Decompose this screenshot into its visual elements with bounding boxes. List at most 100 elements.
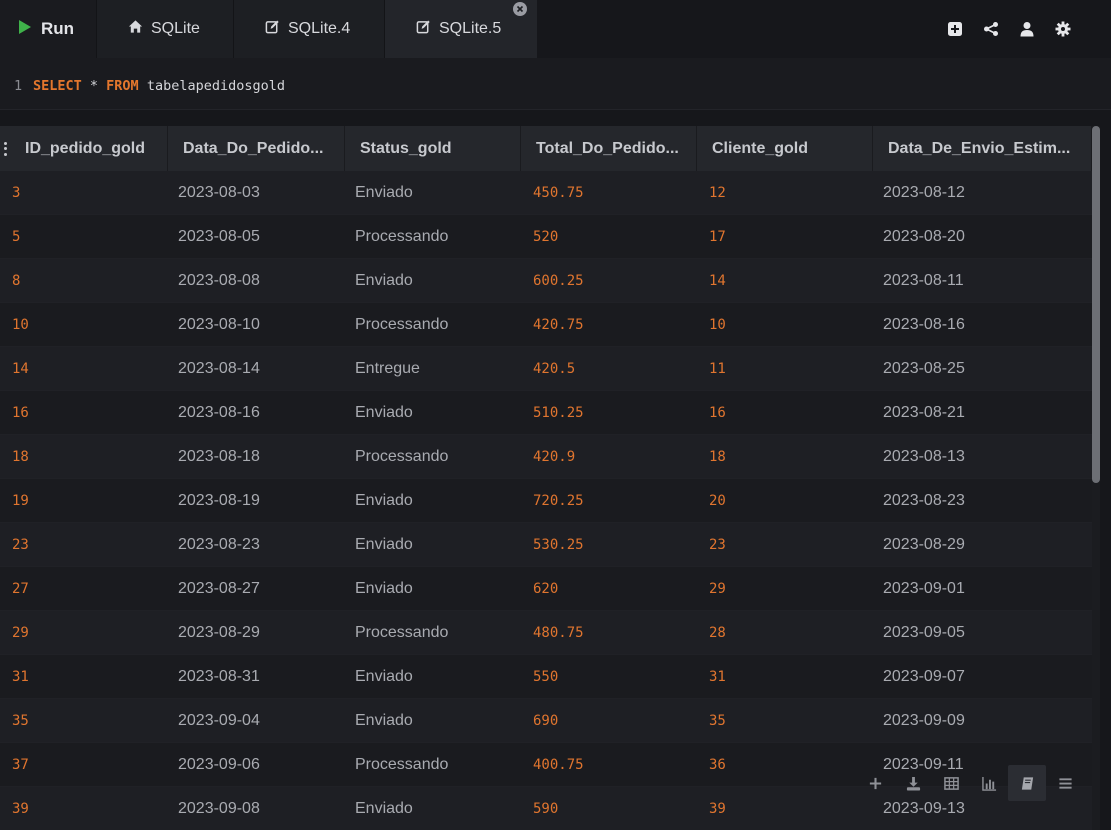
- cell-status-gold[interactable]: Entregue: [345, 347, 521, 390]
- cell-data-do-pedido[interactable]: 2023-08-19: [168, 479, 345, 522]
- cell-data-de-envio[interactable]: 2023-08-12: [873, 171, 1092, 214]
- cell-total-do-pedido[interactable]: 450.75: [521, 171, 697, 214]
- cell-cliente-gold[interactable]: 17: [697, 215, 873, 258]
- cell-status-gold[interactable]: Enviado: [345, 567, 521, 610]
- cell-id-pedido-gold[interactable]: 27: [0, 567, 168, 610]
- cell-total-do-pedido[interactable]: 690: [521, 699, 697, 742]
- table-icon[interactable]: [932, 765, 970, 801]
- table-row[interactable]: 8 2023-08-08 Enviado 600.25 14 2023-08-11: [0, 259, 1092, 303]
- cell-status-gold[interactable]: Enviado: [345, 655, 521, 698]
- tab-sqlite[interactable]: SQLite: [96, 0, 233, 58]
- gear-icon[interactable]: [1045, 11, 1081, 47]
- cell-id-pedido-gold[interactable]: 19: [0, 479, 168, 522]
- cell-id-pedido-gold[interactable]: 31: [0, 655, 168, 698]
- cell-id-pedido-gold[interactable]: 35: [0, 699, 168, 742]
- table-row[interactable]: 35 2023-09-04 Enviado 690 35 2023-09-09: [0, 699, 1092, 743]
- tab-sqlite-4[interactable]: SQLite.4: [233, 0, 384, 58]
- column-header-data-do-pedido[interactable]: Data_Do_Pedido...: [168, 126, 345, 171]
- drag-handle-icon[interactable]: [4, 141, 9, 156]
- cell-total-do-pedido[interactable]: 550: [521, 655, 697, 698]
- cell-cliente-gold[interactable]: 14: [697, 259, 873, 302]
- cell-cliente-gold[interactable]: 16: [697, 391, 873, 434]
- sql-code[interactable]: SELECT * FROM tabelapedidosgold: [33, 78, 285, 94]
- cell-data-de-envio[interactable]: 2023-09-09: [873, 699, 1092, 742]
- tab-sqlite-5[interactable]: SQLite.5: [384, 0, 537, 58]
- cell-total-do-pedido[interactable]: 400.75: [521, 743, 697, 786]
- cell-total-do-pedido[interactable]: 510.25: [521, 391, 697, 434]
- cell-id-pedido-gold[interactable]: 8: [0, 259, 168, 302]
- cell-data-de-envio[interactable]: 2023-08-29: [873, 523, 1092, 566]
- column-header-cliente-gold[interactable]: Cliente_gold: [697, 126, 873, 171]
- column-header-total-do-pedido[interactable]: Total_Do_Pedido...: [521, 126, 697, 171]
- cell-data-do-pedido[interactable]: 2023-09-06: [168, 743, 345, 786]
- cell-data-do-pedido[interactable]: 2023-08-31: [168, 655, 345, 698]
- cell-id-pedido-gold[interactable]: 23: [0, 523, 168, 566]
- cell-status-gold[interactable]: Enviado: [345, 391, 521, 434]
- bar-chart-icon[interactable]: [970, 765, 1008, 801]
- cell-id-pedido-gold[interactable]: 37: [0, 743, 168, 786]
- cell-data-de-envio[interactable]: 2023-08-23: [873, 479, 1092, 522]
- cell-data-do-pedido[interactable]: 2023-09-04: [168, 699, 345, 742]
- cell-total-do-pedido[interactable]: 420.9: [521, 435, 697, 478]
- cell-status-gold[interactable]: Enviado: [345, 523, 521, 566]
- user-icon[interactable]: [1009, 11, 1045, 47]
- plus-icon[interactable]: [856, 765, 894, 801]
- cell-cliente-gold[interactable]: 36: [697, 743, 873, 786]
- cell-id-pedido-gold[interactable]: 29: [0, 611, 168, 654]
- cell-id-pedido-gold[interactable]: 10: [0, 303, 168, 346]
- cell-status-gold[interactable]: Processando: [345, 435, 521, 478]
- cell-cliente-gold[interactable]: 11: [697, 347, 873, 390]
- cell-id-pedido-gold[interactable]: 16: [0, 391, 168, 434]
- column-header-status-gold[interactable]: Status_gold: [345, 126, 521, 171]
- table-row[interactable]: 27 2023-08-27 Enviado 620 29 2023-09-01: [0, 567, 1092, 611]
- table-row[interactable]: 18 2023-08-18 Processando 420.9 18 2023-08-13: [0, 435, 1092, 479]
- cell-data-do-pedido[interactable]: 2023-08-03: [168, 171, 345, 214]
- cell-data-de-envio[interactable]: 2023-09-07: [873, 655, 1092, 698]
- cell-data-de-envio[interactable]: 2023-08-13: [873, 435, 1092, 478]
- table-row[interactable]: 31 2023-08-31 Enviado 550 31 2023-09-07: [0, 655, 1092, 699]
- cell-data-do-pedido[interactable]: 2023-08-16: [168, 391, 345, 434]
- table-row[interactable]: 14 2023-08-14 Entregue 420.5 11 2023-08-25: [0, 347, 1092, 391]
- cell-cliente-gold[interactable]: 10: [697, 303, 873, 346]
- cell-total-do-pedido[interactable]: 420.5: [521, 347, 697, 390]
- menu-icon[interactable]: [1046, 765, 1084, 801]
- cell-status-gold[interactable]: Enviado: [345, 479, 521, 522]
- cell-data-do-pedido[interactable]: 2023-09-08: [168, 787, 345, 830]
- cell-total-do-pedido[interactable]: 600.25: [521, 259, 697, 302]
- column-header-data-de-envio[interactable]: Data_De_Envio_Estim...: [873, 126, 1092, 171]
- table-row[interactable]: 3 2023-08-03 Enviado 450.75 12 2023-08-12: [0, 171, 1092, 215]
- cell-total-do-pedido[interactable]: 590: [521, 787, 697, 830]
- cell-cliente-gold[interactable]: 12: [697, 171, 873, 214]
- cell-id-pedido-gold[interactable]: 14: [0, 347, 168, 390]
- cell-cliente-gold[interactable]: 28: [697, 611, 873, 654]
- table-row[interactable]: 5 2023-08-05 Processando 520 17 2023-08-20: [0, 215, 1092, 259]
- table-row[interactable]: 29 2023-08-29 Processando 480.75 28 2023-09-0…: [0, 611, 1092, 655]
- cell-id-pedido-gold[interactable]: 18: [0, 435, 168, 478]
- cell-total-do-pedido[interactable]: 620: [521, 567, 697, 610]
- table-row[interactable]: 19 2023-08-19 Enviado 720.25 20 2023-08-23: [0, 479, 1092, 523]
- cell-data-do-pedido[interactable]: 2023-08-29: [168, 611, 345, 654]
- cell-data-de-envio[interactable]: 2023-08-25: [873, 347, 1092, 390]
- table-row[interactable]: 23 2023-08-23 Enviado 530.25 23 2023-08-29: [0, 523, 1092, 567]
- vertical-scrollbar[interactable]: [1092, 126, 1100, 483]
- cell-data-do-pedido[interactable]: 2023-08-27: [168, 567, 345, 610]
- cell-status-gold[interactable]: Processando: [345, 743, 521, 786]
- cell-data-do-pedido[interactable]: 2023-08-10: [168, 303, 345, 346]
- close-icon[interactable]: [513, 2, 527, 16]
- cell-cliente-gold[interactable]: 29: [697, 567, 873, 610]
- cell-data-do-pedido[interactable]: 2023-08-18: [168, 435, 345, 478]
- cell-status-gold[interactable]: Processando: [345, 215, 521, 258]
- cell-data-do-pedido[interactable]: 2023-08-14: [168, 347, 345, 390]
- cell-total-do-pedido[interactable]: 420.75: [521, 303, 697, 346]
- cell-cliente-gold[interactable]: 31: [697, 655, 873, 698]
- sql-editor[interactable]: 1 SELECT * FROM tabelapedidosgold: [0, 58, 1111, 110]
- cell-id-pedido-gold[interactable]: 5: [0, 215, 168, 258]
- cell-status-gold[interactable]: Enviado: [345, 259, 521, 302]
- cell-data-de-envio[interactable]: 2023-09-01: [873, 567, 1092, 610]
- cell-data-de-envio[interactable]: 2023-08-16: [873, 303, 1092, 346]
- table-row[interactable]: 16 2023-08-16 Enviado 510.25 16 2023-08-21: [0, 391, 1092, 435]
- cell-cliente-gold[interactable]: 20: [697, 479, 873, 522]
- cell-id-pedido-gold[interactable]: 39: [0, 787, 168, 830]
- cell-status-gold[interactable]: Processando: [345, 303, 521, 346]
- book-icon[interactable]: [1008, 765, 1046, 801]
